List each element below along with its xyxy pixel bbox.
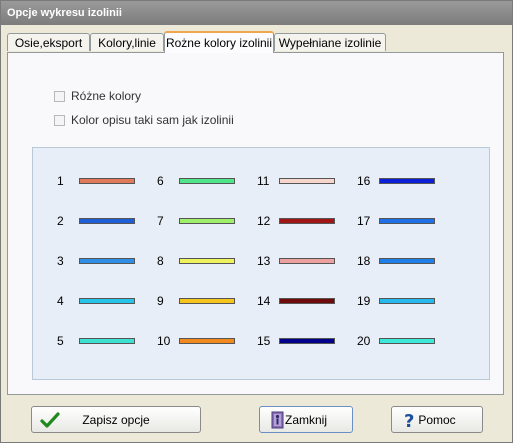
color-swatch[interactable] bbox=[79, 178, 135, 184]
window-title: Opcje wykresu izolinii bbox=[1, 1, 512, 25]
color-swatch[interactable] bbox=[379, 338, 435, 344]
close-button[interactable]: Zamknij bbox=[259, 406, 353, 433]
swatch-item[interactable]: 16 bbox=[357, 174, 435, 188]
color-swatch[interactable] bbox=[379, 298, 435, 304]
swatch-item[interactable]: 13 bbox=[257, 254, 335, 268]
color-swatch[interactable] bbox=[79, 218, 135, 224]
tab-axes-export[interactable]: Osie,eksport bbox=[7, 33, 90, 51]
swatch-number: 11 bbox=[257, 174, 270, 188]
swatch-item[interactable]: 20 bbox=[357, 334, 435, 348]
swatch-item[interactable]: 4 bbox=[57, 294, 135, 308]
swatch-number: 18 bbox=[357, 254, 371, 268]
swatch-number: 7 bbox=[157, 214, 164, 228]
color-swatch[interactable] bbox=[379, 218, 435, 224]
swatch-number: 13 bbox=[257, 254, 271, 268]
button-bar: Zapisz opcje Zamknij ? Pomoc bbox=[1, 398, 512, 442]
svg-text:?: ? bbox=[404, 411, 414, 430]
color-swatch[interactable] bbox=[379, 258, 435, 264]
swatch-number: 10 bbox=[157, 334, 171, 348]
swatch-number: 12 bbox=[257, 214, 271, 228]
label-color-option[interactable]: Kolor opisu taki sam jak izolinii bbox=[54, 112, 234, 128]
swatch-number: 16 bbox=[357, 174, 371, 188]
different-colors-option[interactable]: Różne kolory bbox=[54, 88, 141, 104]
swatch-number: 4 bbox=[57, 294, 64, 308]
help-button[interactable]: ? Pomoc bbox=[391, 406, 483, 433]
swatch-number: 9 bbox=[157, 294, 164, 308]
swatch-item[interactable]: 2 bbox=[57, 214, 135, 228]
swatch-number: 3 bbox=[57, 254, 64, 268]
color-swatch[interactable] bbox=[279, 218, 335, 224]
swatch-number: 6 bbox=[157, 174, 164, 188]
color-swatch[interactable] bbox=[79, 298, 135, 304]
swatch-number: 15 bbox=[257, 334, 271, 348]
different-colors-label: Różne kolory bbox=[71, 89, 142, 103]
color-swatch[interactable] bbox=[179, 338, 235, 344]
save-options-button[interactable]: Zapisz opcje bbox=[31, 406, 201, 433]
door-exit-icon bbox=[271, 411, 284, 429]
swatch-number: 2 bbox=[57, 214, 64, 228]
color-swatch[interactable] bbox=[179, 258, 235, 264]
swatch-item[interactable]: 7 bbox=[157, 214, 235, 228]
color-swatch-grid: 1 2 3 4 5 6 7 8 9 10 11 12 13 14 15 16 1… bbox=[32, 147, 490, 380]
color-swatch[interactable] bbox=[79, 258, 135, 264]
swatch-number: 8 bbox=[157, 254, 164, 268]
swatch-item[interactable]: 6 bbox=[157, 174, 235, 188]
label-color-label: Kolor opisu taki sam jak izolinii bbox=[71, 113, 234, 127]
swatch-number: 17 bbox=[357, 214, 371, 228]
tab-different-colors[interactable]: Rożne kolory izolinii bbox=[164, 31, 274, 53]
swatch-item[interactable]: 5 bbox=[57, 334, 135, 348]
swatch-item[interactable]: 9 bbox=[157, 294, 235, 308]
swatch-number: 5 bbox=[57, 334, 64, 348]
color-swatch[interactable] bbox=[279, 338, 335, 344]
swatch-item[interactable]: 10 bbox=[157, 334, 235, 348]
color-swatch[interactable] bbox=[179, 218, 235, 224]
color-swatch[interactable] bbox=[179, 178, 235, 184]
swatch-number: 19 bbox=[357, 294, 371, 308]
swatch-item[interactable]: 11 bbox=[257, 174, 335, 188]
color-swatch[interactable] bbox=[279, 298, 335, 304]
swatch-item[interactable]: 12 bbox=[257, 214, 335, 228]
swatch-number: 20 bbox=[357, 334, 371, 348]
color-swatch[interactable] bbox=[279, 258, 335, 264]
swatch-item[interactable]: 3 bbox=[57, 254, 135, 268]
tab-panel: Różne kolory Kolor opisu taki sam jak iz… bbox=[7, 52, 504, 395]
swatch-item[interactable]: 19 bbox=[357, 294, 435, 308]
swatch-item[interactable]: 14 bbox=[257, 294, 335, 308]
checkmark-icon bbox=[40, 412, 60, 428]
tab-colors-lines[interactable]: Kolory,linie bbox=[90, 33, 164, 51]
label-color-checkbox[interactable] bbox=[54, 114, 65, 126]
color-swatch[interactable] bbox=[79, 338, 135, 344]
tab-filled-isolines[interactable]: Wypełniane izolinie bbox=[274, 33, 386, 51]
question-mark-icon: ? bbox=[404, 411, 414, 430]
swatch-number: 1 bbox=[57, 174, 64, 188]
swatch-item[interactable]: 17 bbox=[357, 214, 435, 228]
color-swatch[interactable] bbox=[379, 178, 435, 184]
color-swatch[interactable] bbox=[279, 178, 335, 184]
color-swatch[interactable] bbox=[179, 298, 235, 304]
swatch-item[interactable]: 15 bbox=[257, 334, 335, 348]
swatch-item[interactable]: 8 bbox=[157, 254, 235, 268]
dialog-window: Opcje wykresu izolinii Osie,eksport Kolo… bbox=[0, 0, 513, 443]
swatch-number: 14 bbox=[257, 294, 271, 308]
swatch-item[interactable]: 18 bbox=[357, 254, 435, 268]
swatch-item[interactable]: 1 bbox=[57, 174, 135, 188]
different-colors-checkbox[interactable] bbox=[54, 90, 65, 102]
